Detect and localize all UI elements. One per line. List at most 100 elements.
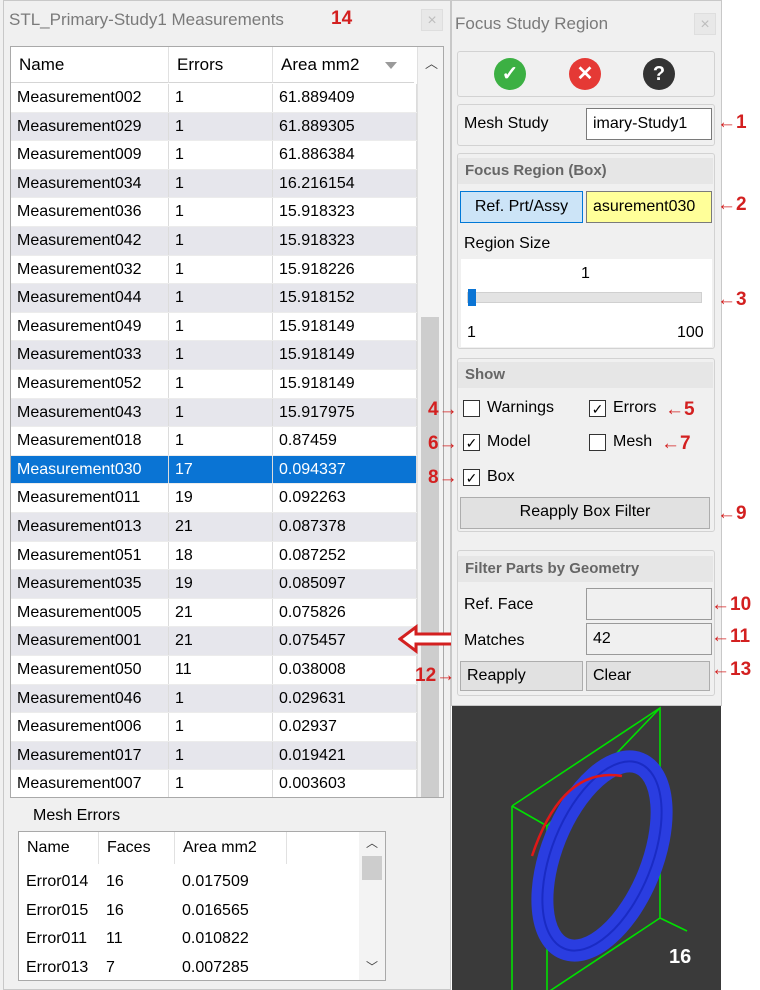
table-row[interactable]: Measurement044 1 15.918152 bbox=[11, 284, 417, 313]
error-cell-name: Error015 bbox=[26, 901, 89, 919]
scroll-up-icon[interactable]: ︿ bbox=[425, 53, 438, 72]
cell-area: 0.075826 bbox=[273, 598, 417, 627]
table-row[interactable]: Measurement046 1 0.029631 bbox=[11, 684, 417, 714]
error-cell-faces: 16 bbox=[106, 901, 124, 919]
clear-button[interactable]: Clear bbox=[586, 661, 710, 691]
help-question-icon[interactable]: ? bbox=[643, 58, 675, 90]
cell-name: Measurement030 bbox=[11, 455, 169, 484]
list-item[interactable]: Error014 16 0.017509 bbox=[19, 868, 359, 897]
ref-prt-assy-button[interactable]: Ref. Prt/Assy bbox=[460, 191, 583, 223]
table-row[interactable]: Measurement050 11 0.038008 bbox=[11, 656, 417, 685]
ref-face-field[interactable] bbox=[586, 588, 712, 620]
table-row[interactable]: Measurement052 1 15.918149 bbox=[11, 370, 417, 399]
table-row[interactable]: Measurement036 1 15.918323 bbox=[11, 198, 417, 227]
table-row[interactable]: Measurement001 21 0.075457 bbox=[11, 627, 417, 656]
cell-area: 15.918226 bbox=[273, 255, 417, 284]
cell-errors: 1 bbox=[169, 84, 273, 112]
table-row[interactable]: Measurement029 1 61.889305 bbox=[11, 112, 417, 142]
table-row[interactable]: Measurement011 19 0.092263 bbox=[11, 484, 417, 513]
box-checkbox-box[interactable]: ✓ bbox=[463, 469, 480, 486]
table-row[interactable]: Measurement034 1 16.216154 bbox=[11, 169, 417, 199]
table-row[interactable]: Measurement032 1 15.918226 bbox=[11, 255, 417, 285]
warnings-checkbox-box[interactable] bbox=[463, 400, 480, 417]
cell-area: 0.02937 bbox=[273, 713, 417, 741]
table-row[interactable]: Measurement051 18 0.087252 bbox=[11, 541, 417, 571]
cell-name: Measurement044 bbox=[11, 284, 169, 312]
model-viewport[interactable]: 16 bbox=[452, 706, 721, 990]
focus-close-button[interactable]: × bbox=[694, 13, 716, 35]
table-row[interactable]: Measurement042 1 15.918323 bbox=[11, 227, 417, 256]
mesh-errors-scroll-thumb[interactable] bbox=[362, 856, 382, 880]
filter-parts-header: Filter Parts by Geometry bbox=[458, 556, 713, 582]
error-cell-area: 0.010822 bbox=[182, 930, 249, 947]
errors-checkbox-box[interactable]: ✓ bbox=[589, 400, 606, 417]
region-size-slider-track[interactable] bbox=[467, 292, 702, 303]
mesh-study-field[interactable]: imary-Study1 bbox=[586, 108, 712, 140]
cell-errors: 19 bbox=[169, 570, 273, 598]
cell-area: 61.889305 bbox=[273, 112, 417, 141]
warnings-checkbox-label: Warnings bbox=[487, 399, 554, 416]
column-header-area[interactable]: Area mm2 bbox=[273, 47, 414, 83]
cell-errors: 19 bbox=[169, 484, 273, 512]
cell-name: Measurement006 bbox=[11, 713, 169, 741]
model-checkbox-box[interactable]: ✓ bbox=[463, 434, 480, 451]
annotation-4: 4→ bbox=[428, 399, 458, 420]
annotation-14: 14 bbox=[331, 8, 353, 29]
region-size-slider-thumb[interactable] bbox=[468, 289, 476, 306]
ref-prt-assy-field[interactable]: asurement030 bbox=[586, 191, 712, 223]
cancel-x-icon[interactable]: ✕ bbox=[569, 58, 601, 90]
cell-area: 0.029631 bbox=[273, 684, 417, 713]
table-row[interactable]: Measurement002 1 61.889409 bbox=[11, 84, 417, 113]
cell-errors: 1 bbox=[169, 398, 273, 427]
annotation-9: ←9 bbox=[717, 503, 747, 524]
errors-scroll-up-icon[interactable]: ︿ bbox=[366, 834, 378, 851]
annotation-10: ←10 bbox=[711, 594, 752, 615]
table-row[interactable]: Measurement009 1 61.886384 bbox=[11, 141, 417, 170]
cell-name: Measurement049 bbox=[11, 312, 169, 341]
table-row[interactable]: Measurement043 1 15.917975 bbox=[11, 398, 417, 428]
table-row[interactable]: Measurement035 19 0.085097 bbox=[11, 570, 417, 599]
column-header-errors[interactable]: Errors bbox=[169, 47, 273, 83]
annotation-1: ←1 bbox=[717, 112, 747, 133]
table-row[interactable]: Measurement049 1 15.918149 bbox=[11, 312, 417, 342]
list-item[interactable]: Error013 7 0.007285 bbox=[19, 954, 359, 981]
reapply-button[interactable]: Reapply bbox=[460, 661, 583, 691]
cell-errors: 1 bbox=[169, 169, 273, 198]
mesh-checkbox-box[interactable] bbox=[589, 434, 606, 451]
annotation-13: ←13 bbox=[711, 659, 752, 680]
measurements-scroll-thumb[interactable] bbox=[421, 317, 439, 797]
cell-area: 15.918152 bbox=[273, 284, 417, 312]
cell-area: 0.085097 bbox=[273, 570, 417, 598]
cell-name: Measurement043 bbox=[11, 398, 169, 427]
table-row[interactable]: Measurement005 21 0.075826 bbox=[11, 598, 417, 628]
errors-column-header-name[interactable]: Name bbox=[19, 832, 99, 864]
table-row[interactable]: Measurement018 1 0.87459 bbox=[11, 427, 417, 456]
cell-errors: 1 bbox=[169, 255, 273, 284]
table-row[interactable]: Measurement033 1 15.918149 bbox=[11, 341, 417, 370]
region-size-max: 100 bbox=[677, 324, 704, 341]
table-row[interactable]: Measurement007 1 0.003603 bbox=[11, 770, 417, 797]
cell-errors: 1 bbox=[169, 284, 273, 312]
column-header-name[interactable]: Name bbox=[11, 47, 169, 83]
table-row[interactable]: Measurement006 1 0.02937 bbox=[11, 713, 417, 742]
cell-area: 0.87459 bbox=[273, 427, 417, 455]
table-row[interactable]: Measurement030 17 0.094337 bbox=[11, 455, 417, 485]
matches-field: 42 bbox=[586, 623, 712, 655]
table-row[interactable]: Measurement017 1 0.019421 bbox=[11, 741, 417, 771]
cell-errors: 21 bbox=[169, 513, 273, 541]
errors-scroll-down-icon[interactable]: ﹀ bbox=[366, 958, 378, 975]
list-item[interactable]: Error011 11 0.010822 bbox=[19, 925, 359, 954]
ok-check-icon[interactable]: ✓ bbox=[494, 58, 526, 90]
region-size-min: 1 bbox=[467, 324, 476, 341]
annotation-3: ←3 bbox=[717, 289, 747, 310]
reapply-box-filter-button[interactable]: Reapply Box Filter bbox=[460, 497, 710, 529]
model-checkbox-label: Model bbox=[487, 433, 531, 450]
annotation-6: 6→ bbox=[428, 433, 458, 454]
errors-column-header-faces[interactable]: Faces bbox=[99, 832, 175, 864]
list-item[interactable]: Error015 16 0.016565 bbox=[19, 897, 359, 926]
cell-name: Measurement009 bbox=[11, 141, 169, 169]
cell-area: 15.918149 bbox=[273, 370, 417, 398]
measurements-close-button[interactable]: × bbox=[421, 9, 443, 31]
errors-column-header-area[interactable]: Area mm2 bbox=[175, 832, 287, 864]
table-row[interactable]: Measurement013 21 0.087378 bbox=[11, 513, 417, 542]
